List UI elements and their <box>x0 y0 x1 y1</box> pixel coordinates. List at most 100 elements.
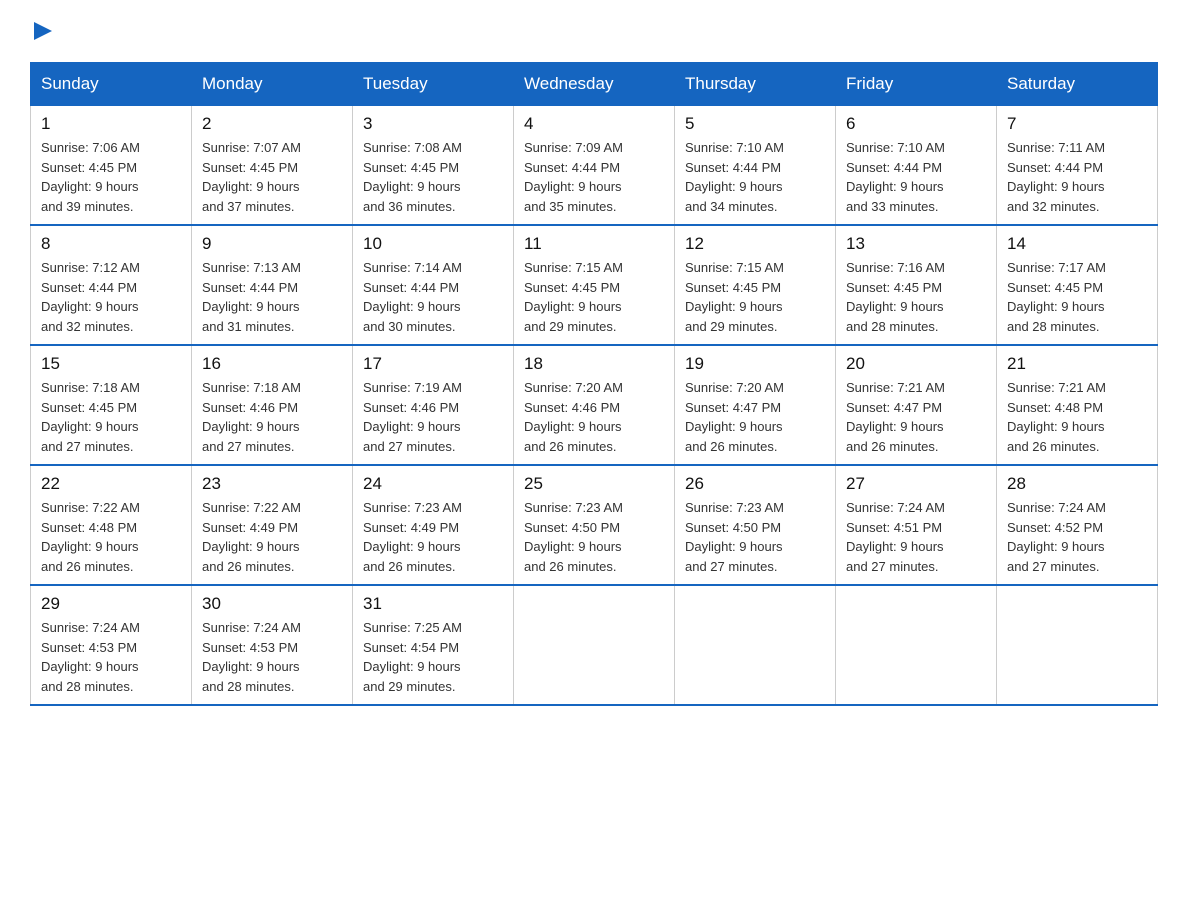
day-info: Sunrise: 7:18 AMSunset: 4:45 PMDaylight:… <box>41 380 140 454</box>
day-info: Sunrise: 7:18 AMSunset: 4:46 PMDaylight:… <box>202 380 301 454</box>
calendar-header-tuesday: Tuesday <box>353 63 514 105</box>
day-info: Sunrise: 7:20 AMSunset: 4:46 PMDaylight:… <box>524 380 623 454</box>
calendar-cell <box>997 585 1158 705</box>
day-number: 23 <box>202 474 342 494</box>
day-info: Sunrise: 7:07 AMSunset: 4:45 PMDaylight:… <box>202 140 301 214</box>
day-number: 8 <box>41 234 181 254</box>
logo <box>30 20 54 42</box>
day-number: 19 <box>685 354 825 374</box>
calendar-cell: 25 Sunrise: 7:23 AMSunset: 4:50 PMDaylig… <box>514 465 675 585</box>
day-info: Sunrise: 7:23 AMSunset: 4:50 PMDaylight:… <box>685 500 784 574</box>
day-number: 1 <box>41 114 181 134</box>
day-info: Sunrise: 7:23 AMSunset: 4:50 PMDaylight:… <box>524 500 623 574</box>
day-info: Sunrise: 7:23 AMSunset: 4:49 PMDaylight:… <box>363 500 462 574</box>
calendar-cell: 29 Sunrise: 7:24 AMSunset: 4:53 PMDaylig… <box>31 585 192 705</box>
calendar-cell: 17 Sunrise: 7:19 AMSunset: 4:46 PMDaylig… <box>353 345 514 465</box>
day-number: 15 <box>41 354 181 374</box>
calendar-cell: 14 Sunrise: 7:17 AMSunset: 4:45 PMDaylig… <box>997 225 1158 345</box>
day-number: 16 <box>202 354 342 374</box>
day-number: 26 <box>685 474 825 494</box>
calendar-week-row: 22 Sunrise: 7:22 AMSunset: 4:48 PMDaylig… <box>31 465 1158 585</box>
day-info: Sunrise: 7:16 AMSunset: 4:45 PMDaylight:… <box>846 260 945 334</box>
day-info: Sunrise: 7:14 AMSunset: 4:44 PMDaylight:… <box>363 260 462 334</box>
calendar-week-row: 29 Sunrise: 7:24 AMSunset: 4:53 PMDaylig… <box>31 585 1158 705</box>
calendar-cell: 23 Sunrise: 7:22 AMSunset: 4:49 PMDaylig… <box>192 465 353 585</box>
calendar-header-sunday: Sunday <box>31 63 192 105</box>
day-number: 10 <box>363 234 503 254</box>
calendar-cell: 10 Sunrise: 7:14 AMSunset: 4:44 PMDaylig… <box>353 225 514 345</box>
day-info: Sunrise: 7:24 AMSunset: 4:52 PMDaylight:… <box>1007 500 1106 574</box>
calendar-cell: 26 Sunrise: 7:23 AMSunset: 4:50 PMDaylig… <box>675 465 836 585</box>
calendar-cell: 22 Sunrise: 7:22 AMSunset: 4:48 PMDaylig… <box>31 465 192 585</box>
calendar-cell: 31 Sunrise: 7:25 AMSunset: 4:54 PMDaylig… <box>353 585 514 705</box>
day-number: 24 <box>363 474 503 494</box>
day-info: Sunrise: 7:24 AMSunset: 4:51 PMDaylight:… <box>846 500 945 574</box>
calendar-cell: 21 Sunrise: 7:21 AMSunset: 4:48 PMDaylig… <box>997 345 1158 465</box>
day-info: Sunrise: 7:22 AMSunset: 4:49 PMDaylight:… <box>202 500 301 574</box>
calendar-header-friday: Friday <box>836 63 997 105</box>
calendar-week-row: 15 Sunrise: 7:18 AMSunset: 4:45 PMDaylig… <box>31 345 1158 465</box>
day-number: 18 <box>524 354 664 374</box>
day-info: Sunrise: 7:25 AMSunset: 4:54 PMDaylight:… <box>363 620 462 694</box>
day-info: Sunrise: 7:17 AMSunset: 4:45 PMDaylight:… <box>1007 260 1106 334</box>
calendar-cell: 2 Sunrise: 7:07 AMSunset: 4:45 PMDayligh… <box>192 105 353 225</box>
calendar-cell: 8 Sunrise: 7:12 AMSunset: 4:44 PMDayligh… <box>31 225 192 345</box>
calendar-cell: 5 Sunrise: 7:10 AMSunset: 4:44 PMDayligh… <box>675 105 836 225</box>
day-number: 11 <box>524 234 664 254</box>
day-number: 6 <box>846 114 986 134</box>
calendar-cell: 27 Sunrise: 7:24 AMSunset: 4:51 PMDaylig… <box>836 465 997 585</box>
calendar-cell: 9 Sunrise: 7:13 AMSunset: 4:44 PMDayligh… <box>192 225 353 345</box>
calendar-cell: 1 Sunrise: 7:06 AMSunset: 4:45 PMDayligh… <box>31 105 192 225</box>
day-number: 13 <box>846 234 986 254</box>
day-number: 22 <box>41 474 181 494</box>
day-info: Sunrise: 7:13 AMSunset: 4:44 PMDaylight:… <box>202 260 301 334</box>
day-info: Sunrise: 7:11 AMSunset: 4:44 PMDaylight:… <box>1007 140 1105 214</box>
calendar-cell: 13 Sunrise: 7:16 AMSunset: 4:45 PMDaylig… <box>836 225 997 345</box>
page-header <box>30 20 1158 42</box>
calendar-header-row: SundayMondayTuesdayWednesdayThursdayFrid… <box>31 63 1158 105</box>
day-info: Sunrise: 7:08 AMSunset: 4:45 PMDaylight:… <box>363 140 462 214</box>
day-info: Sunrise: 7:24 AMSunset: 4:53 PMDaylight:… <box>202 620 301 694</box>
day-number: 17 <box>363 354 503 374</box>
calendar-cell: 19 Sunrise: 7:20 AMSunset: 4:47 PMDaylig… <box>675 345 836 465</box>
day-info: Sunrise: 7:22 AMSunset: 4:48 PMDaylight:… <box>41 500 140 574</box>
day-info: Sunrise: 7:21 AMSunset: 4:48 PMDaylight:… <box>1007 380 1106 454</box>
calendar-cell: 20 Sunrise: 7:21 AMSunset: 4:47 PMDaylig… <box>836 345 997 465</box>
day-number: 27 <box>846 474 986 494</box>
day-number: 25 <box>524 474 664 494</box>
day-number: 7 <box>1007 114 1147 134</box>
day-info: Sunrise: 7:15 AMSunset: 4:45 PMDaylight:… <box>685 260 784 334</box>
day-number: 21 <box>1007 354 1147 374</box>
day-number: 28 <box>1007 474 1147 494</box>
day-info: Sunrise: 7:19 AMSunset: 4:46 PMDaylight:… <box>363 380 462 454</box>
day-number: 3 <box>363 114 503 134</box>
calendar-header-wednesday: Wednesday <box>514 63 675 105</box>
logo-arrow-icon <box>32 20 54 42</box>
day-number: 29 <box>41 594 181 614</box>
day-info: Sunrise: 7:20 AMSunset: 4:47 PMDaylight:… <box>685 380 784 454</box>
calendar-header-saturday: Saturday <box>997 63 1158 105</box>
day-number: 12 <box>685 234 825 254</box>
calendar-cell: 15 Sunrise: 7:18 AMSunset: 4:45 PMDaylig… <box>31 345 192 465</box>
day-info: Sunrise: 7:21 AMSunset: 4:47 PMDaylight:… <box>846 380 945 454</box>
day-number: 4 <box>524 114 664 134</box>
calendar-cell: 16 Sunrise: 7:18 AMSunset: 4:46 PMDaylig… <box>192 345 353 465</box>
calendar-header-monday: Monday <box>192 63 353 105</box>
calendar-cell <box>836 585 997 705</box>
day-info: Sunrise: 7:15 AMSunset: 4:45 PMDaylight:… <box>524 260 623 334</box>
calendar-cell: 11 Sunrise: 7:15 AMSunset: 4:45 PMDaylig… <box>514 225 675 345</box>
calendar-header-thursday: Thursday <box>675 63 836 105</box>
day-number: 14 <box>1007 234 1147 254</box>
calendar-cell: 18 Sunrise: 7:20 AMSunset: 4:46 PMDaylig… <box>514 345 675 465</box>
calendar-cell: 3 Sunrise: 7:08 AMSunset: 4:45 PMDayligh… <box>353 105 514 225</box>
calendar-table: SundayMondayTuesdayWednesdayThursdayFrid… <box>30 62 1158 706</box>
calendar-cell: 28 Sunrise: 7:24 AMSunset: 4:52 PMDaylig… <box>997 465 1158 585</box>
day-info: Sunrise: 7:24 AMSunset: 4:53 PMDaylight:… <box>41 620 140 694</box>
day-number: 5 <box>685 114 825 134</box>
day-number: 20 <box>846 354 986 374</box>
calendar-week-row: 8 Sunrise: 7:12 AMSunset: 4:44 PMDayligh… <box>31 225 1158 345</box>
calendar-cell <box>514 585 675 705</box>
calendar-cell: 6 Sunrise: 7:10 AMSunset: 4:44 PMDayligh… <box>836 105 997 225</box>
calendar-cell: 4 Sunrise: 7:09 AMSunset: 4:44 PMDayligh… <box>514 105 675 225</box>
day-info: Sunrise: 7:10 AMSunset: 4:44 PMDaylight:… <box>685 140 784 214</box>
